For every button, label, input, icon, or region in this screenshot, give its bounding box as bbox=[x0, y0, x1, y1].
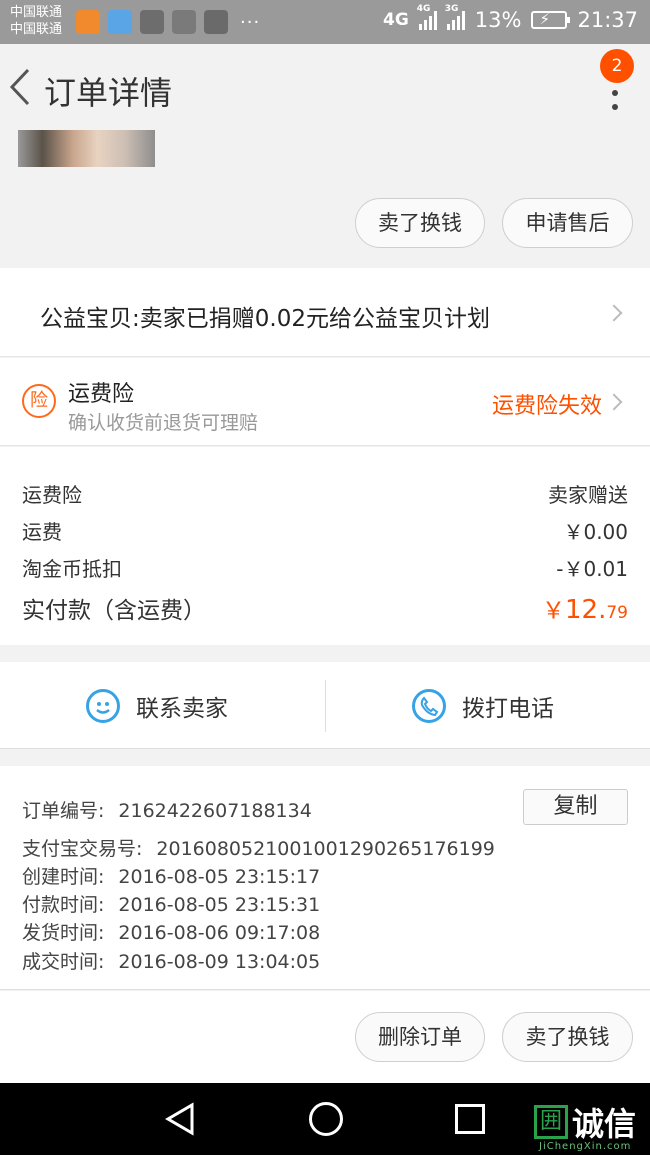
back-button[interactable] bbox=[6, 62, 42, 112]
nav-home-icon[interactable] bbox=[309, 1102, 343, 1136]
fee-label: 运费 bbox=[22, 520, 62, 544]
info-value: 2016-08-06 09:17:08 bbox=[118, 922, 321, 944]
paid-time-row: 付款时间: 2016-08-05 23:15:31 bbox=[22, 890, 320, 917]
title-bar: 订单详情 2 bbox=[0, 44, 650, 132]
alipay-trade-row: 支付宝交易号: 2016080521001001290265176199 bbox=[22, 834, 495, 861]
insurance-title: 运费险 bbox=[68, 382, 135, 407]
info-label: 付款时间: bbox=[22, 894, 105, 916]
nav-back-icon[interactable] bbox=[164, 1102, 198, 1136]
delete-order-button[interactable]: 删除订单 bbox=[355, 1012, 485, 1062]
info-value: 2162422607188134 bbox=[118, 800, 312, 822]
copy-button[interactable]: 复制 bbox=[523, 789, 628, 825]
fee-row: 淘金币抵扣 -￥0.01 bbox=[22, 553, 628, 582]
fee-row: 运费 ￥0.00 bbox=[22, 516, 628, 545]
total-label: 实付款（含运费） bbox=[22, 598, 206, 624]
status-bar: 中国联通 中国联通 ··· 4G 4G 3G 13% ⚡ 21:37 bbox=[0, 0, 650, 44]
clock: 21:37 bbox=[577, 8, 638, 32]
sell-for-cash-button[interactable]: 卖了换钱 bbox=[355, 198, 485, 248]
system-status: 4G 4G 3G 13% ⚡ 21:37 bbox=[382, 4, 638, 32]
network-3g-label: 3G bbox=[444, 4, 459, 14]
insurance-subtitle: 确认收货前退货可理赔 bbox=[68, 412, 259, 434]
notification-badge: 2 bbox=[600, 49, 634, 83]
fee-label: 淘金币抵扣 bbox=[22, 557, 122, 581]
chevron-right-icon bbox=[605, 393, 623, 411]
contact-bar: 联系卖家 拨打电话 bbox=[0, 662, 650, 749]
chevron-right-icon bbox=[605, 304, 623, 322]
call-phone-label: 拨打电话 bbox=[462, 695, 554, 722]
info-value: 2016-08-05 23:15:17 bbox=[118, 866, 321, 888]
watermark-text: 诚信 bbox=[572, 1105, 637, 1143]
watermark-logo: 囲 诚信 bbox=[534, 1099, 636, 1145]
health-app-icon bbox=[108, 10, 132, 34]
signal-3g-icon: 3G bbox=[445, 4, 465, 30]
info-label: 成交时间: bbox=[22, 951, 105, 973]
completed-time-row: 成交时间: 2016-08-09 13:04:05 bbox=[22, 947, 320, 974]
chat-face-icon bbox=[86, 688, 120, 723]
watermark-subtext: JiChengXin.com bbox=[539, 1141, 632, 1152]
watermark-box: 囲 bbox=[534, 1105, 568, 1139]
uc-browser-icon bbox=[76, 10, 100, 34]
network-4g-label: 4G bbox=[382, 10, 409, 30]
photo-notification-icon bbox=[204, 10, 228, 34]
chevron-left-icon bbox=[9, 68, 30, 106]
shipping-insurance-row[interactable]: 险 运费险 确认收货前退货可理赔 运费险失效 bbox=[0, 358, 650, 446]
total-decimal: 79 bbox=[606, 603, 628, 623]
info-value: 2016080521001001290265176199 bbox=[156, 838, 495, 860]
call-phone-button[interactable]: 拨打电话 bbox=[412, 662, 554, 749]
charity-text: 公益宝贝:卖家已捐赠0.02元给公益宝贝计划 bbox=[40, 306, 490, 332]
photo-notification-icon bbox=[140, 10, 164, 34]
signal-4g-icon: 4G bbox=[417, 4, 437, 30]
battery-charging-icon: ⚡ bbox=[531, 10, 571, 29]
total-currency: ￥ bbox=[542, 598, 565, 624]
bottom-actions: 删除订单 卖了换钱 bbox=[0, 991, 650, 1083]
info-label: 创建时间: bbox=[22, 866, 105, 888]
total-amount: ￥12.79 bbox=[542, 591, 628, 625]
total-row: 实付款（含运费） ￥12.79 bbox=[22, 591, 628, 625]
fee-value: ￥0.00 bbox=[563, 520, 628, 544]
info-label: 订单编号: bbox=[22, 800, 105, 822]
info-label: 支付宝交易号: bbox=[22, 838, 143, 860]
fee-summary: 运费险 卖家赠送 运费 ￥0.00 淘金币抵扣 -￥0.01 实付款（含运费） … bbox=[0, 447, 650, 645]
system-nav-bar: 囲 诚信 JiChengXin.com bbox=[0, 1083, 650, 1155]
more-notifications-icon: ··· bbox=[240, 11, 261, 33]
fee-value: 卖家赠送 bbox=[548, 483, 628, 507]
total-integer: 12. bbox=[565, 595, 607, 625]
photo-notification-icon bbox=[172, 10, 196, 34]
battery-percent: 13% bbox=[474, 8, 522, 32]
shipped-time-row: 发货时间: 2016-08-06 09:17:08 bbox=[22, 918, 320, 945]
phone-icon bbox=[412, 688, 446, 723]
contact-seller-button[interactable]: 联系卖家 bbox=[86, 662, 228, 749]
carrier-1: 中国联通 bbox=[10, 5, 63, 20]
insurance-icon: 险 bbox=[22, 384, 56, 418]
insurance-status: 运费险失效 bbox=[491, 394, 602, 419]
charity-row[interactable]: 公益宝贝:卖家已捐赠0.02元给公益宝贝计划 bbox=[0, 268, 650, 357]
divider bbox=[325, 680, 326, 732]
info-label: 发货时间: bbox=[22, 922, 105, 944]
created-time-row: 创建时间: 2016-08-05 23:15:17 bbox=[22, 862, 320, 889]
contact-seller-label: 联系卖家 bbox=[136, 695, 228, 722]
notification-icons: ··· bbox=[76, 10, 260, 34]
info-value: 2016-08-05 23:15:31 bbox=[118, 894, 321, 916]
order-number-row: 订单编号: 2162422607188134 bbox=[22, 796, 312, 823]
fee-value: -￥0.01 bbox=[556, 557, 628, 581]
fee-label: 运费险 bbox=[22, 483, 82, 507]
nav-recents-icon[interactable] bbox=[455, 1104, 485, 1134]
network-4g-small-label: 4G bbox=[416, 4, 431, 14]
fee-row: 运费险 卖家赠送 bbox=[22, 479, 628, 508]
page-title: 订单详情 bbox=[44, 74, 173, 112]
info-value: 2016-08-09 13:04:05 bbox=[118, 951, 321, 973]
order-info: 订单编号: 2162422607188134 复制 支付宝交易号: 20160805… bbox=[0, 766, 650, 990]
apply-after-sale-button[interactable]: 申请售后 bbox=[502, 198, 633, 248]
product-thumbnail[interactable] bbox=[18, 130, 155, 167]
carrier-2: 中国联通 bbox=[10, 22, 63, 37]
carrier-info: 中国联通 中国联通 bbox=[10, 4, 62, 38]
sell-for-cash-button[interactable]: 卖了换钱 bbox=[502, 1012, 633, 1062]
